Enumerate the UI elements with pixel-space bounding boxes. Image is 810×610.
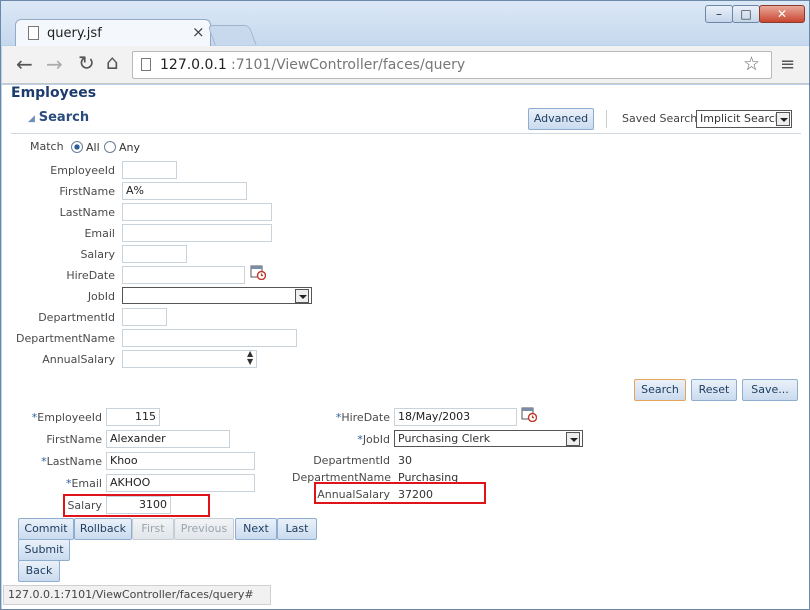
search-header-label: Search [38, 110, 90, 125]
rollback-button[interactable]: Rollback [74, 518, 132, 540]
forward-arrow-icon[interactable]: → [46, 52, 63, 76]
form-lastname-input[interactable]: Khoo [106, 452, 255, 470]
query-email-input[interactable] [122, 224, 272, 242]
previous-button[interactable]: Previous [174, 518, 234, 540]
bookmark-star-icon[interactable]: ☆ [743, 53, 760, 75]
status-bar: 127.0.0.1:7101/ViewController/faces/quer… [3, 585, 271, 605]
menu-icon[interactable]: ≡ [780, 54, 795, 75]
query-firstname-input[interactable]: A% [122, 182, 247, 200]
highlight-box-salary [63, 494, 210, 517]
chevron-down-icon[interactable] [566, 432, 580, 446]
saved-search-select[interactable]: Implicit Search [696, 110, 792, 128]
minimize-button[interactable]: – [705, 5, 733, 23]
saved-search-label: Saved Search [622, 112, 698, 125]
match-all-label: All [86, 141, 100, 154]
url-path: :7101/ViewController/faces/query [231, 57, 466, 73]
last-button[interactable]: Last [277, 518, 317, 540]
form-jobid-select[interactable]: Purchasing Clerk [394, 430, 583, 447]
match-all-radio[interactable] [71, 141, 83, 153]
query-salary-label: Salary [80, 248, 115, 261]
chevron-down-icon[interactable] [295, 289, 309, 303]
chevron-down-icon[interactable] [776, 112, 790, 126]
search-header-divider [11, 133, 801, 134]
tab-title: query.jsf [47, 26, 102, 41]
form-jobid-label: *JobId [292, 433, 390, 446]
highlight-box-annualsalary [314, 482, 486, 504]
page-icon [28, 26, 39, 40]
reload-icon[interactable]: ↻ [78, 51, 95, 75]
reset-button[interactable]: Reset [691, 379, 737, 401]
query-employeeid-label: EmployeeId [50, 164, 115, 177]
advanced-button[interactable]: Advanced [528, 108, 594, 130]
query-departmentname-input[interactable] [122, 329, 297, 347]
form-employeeid-input[interactable]: 115 [106, 408, 160, 426]
url-host: 127.0.0.1 [160, 57, 227, 73]
query-lastname-input[interactable] [122, 203, 272, 221]
page-content: Employees ◢ Search Advanced Saved Search… [2, 85, 809, 609]
close-window-button[interactable]: ✕ [759, 5, 805, 23]
query-employeeid-input[interactable] [122, 161, 177, 179]
browser-tab[interactable]: query.jsf × [15, 19, 211, 47]
query-email-label: Email [84, 227, 115, 240]
form-hiredate-input[interactable]: 18/May/2003 [394, 408, 517, 426]
maximize-button[interactable]: □ [732, 5, 760, 23]
match-label: Match [30, 140, 64, 153]
submit-button[interactable]: Submit [18, 539, 70, 561]
calendar-icon[interactable] [250, 264, 266, 280]
collapse-triangle-icon: ◢ [28, 114, 35, 124]
query-hiredate-input[interactable] [122, 266, 245, 284]
query-annualsalary-input[interactable] [122, 350, 257, 368]
form-jobid-label-text: JobId [362, 433, 390, 446]
back-button[interactable]: Back [18, 560, 60, 582]
save-search-button[interactable]: Save... [742, 379, 798, 401]
form-firstname-label: FirstName [46, 433, 102, 446]
form-email-label-text: Email [71, 477, 102, 490]
back-arrow-icon[interactable]: ← [16, 52, 33, 76]
query-jobid-label: JobId [87, 290, 115, 303]
home-icon[interactable]: ⌂ [106, 50, 119, 74]
form-email-label: *Email [12, 477, 102, 490]
form-hiredate-label: *HireDate [292, 411, 390, 424]
query-annualsalary-label: AnnualSalary [42, 353, 115, 366]
browser-window: query.jsf × – □ ✕ ← → ↻ ⌂ 127.0.0.1 :710… [0, 0, 810, 610]
new-tab-button[interactable] [207, 25, 257, 45]
title-bar: query.jsf × – □ ✕ [1, 1, 809, 47]
search-header[interactable]: ◢ Search [28, 110, 89, 125]
tab-close-icon[interactable]: × [192, 23, 205, 41]
form-departmentid-label: DepartmentId [313, 454, 390, 467]
query-lastname-label: LastName [59, 206, 115, 219]
commit-button[interactable]: Commit [18, 518, 74, 540]
form-departmentid-value: 30 [398, 454, 412, 467]
match-any-label: Any [119, 141, 141, 154]
query-departmentname-label: DepartmentName [15, 332, 115, 345]
query-departmentid-label: DepartmentId [38, 311, 115, 324]
form-employeeid-label-text: EmployeeId [37, 411, 102, 424]
form-hiredate-label-text: HireDate [341, 411, 390, 424]
spinner-icon[interactable]: ▲ ▼ [247, 350, 253, 366]
form-email-input[interactable]: AKHOO [106, 474, 255, 492]
next-button[interactable]: Next [235, 518, 277, 540]
query-firstname-label: FirstName [59, 185, 115, 198]
query-hiredate-label: HireDate [66, 269, 115, 282]
calendar-icon[interactable] [521, 406, 537, 422]
form-lastname-label-text: LastName [46, 455, 102, 468]
first-button[interactable]: First [132, 518, 174, 540]
form-employeeid-label: *EmployeeId [12, 411, 102, 424]
address-bar[interactable]: 127.0.0.1 :7101/ViewController/faces/que… [132, 51, 772, 79]
match-any-radio[interactable] [104, 141, 116, 153]
query-jobid-select[interactable] [122, 287, 312, 304]
page-icon [141, 58, 151, 71]
page-title: Employees [11, 85, 97, 101]
toolbar-separator [606, 110, 607, 128]
form-lastname-label: *LastName [12, 455, 102, 468]
query-salary-input[interactable] [122, 245, 187, 263]
search-button[interactable]: Search [634, 379, 686, 401]
query-departmentid-input[interactable] [122, 308, 167, 326]
form-firstname-input[interactable]: Alexander [106, 430, 230, 448]
